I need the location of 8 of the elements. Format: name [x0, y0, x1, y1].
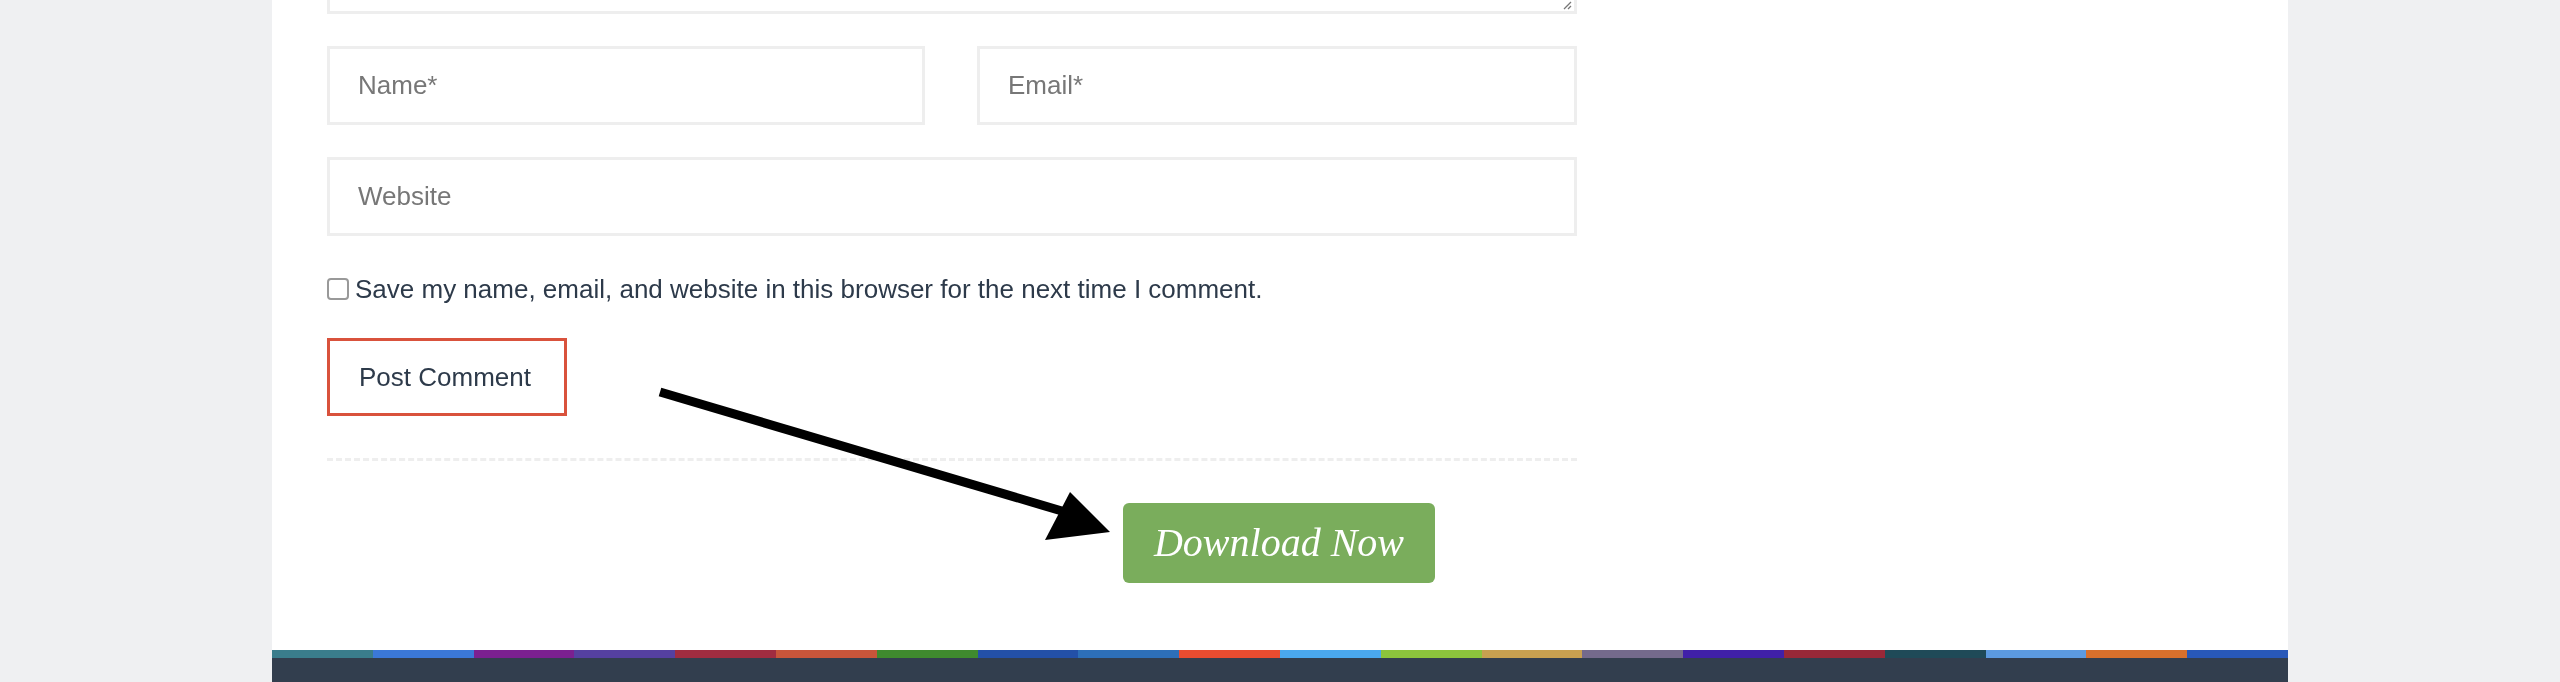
resize-handle-icon [1562, 0, 1572, 10]
comment-field[interactable] [327, 0, 1577, 14]
text-field[interactable]: Website [327, 157, 1577, 236]
text-field[interactable]: Name* [327, 46, 925, 125]
consent-checkbox[interactable] [327, 278, 349, 300]
consent-label: Save my name, email, and website in this browser for the next time I comment. [355, 272, 1263, 306]
text-field[interactable]: Email* [977, 46, 1577, 125]
post-comment-button[interactable]: Post Comment [327, 338, 567, 416]
